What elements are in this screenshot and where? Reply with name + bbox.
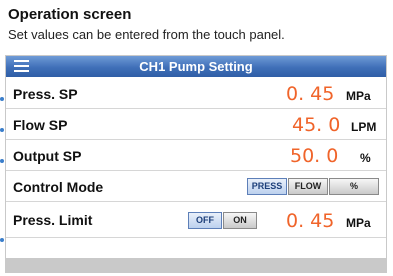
control-mode-label: Control Mode <box>13 179 104 195</box>
press-sp-value[interactable]: 0. 45 <box>286 83 334 105</box>
output-sp-value[interactable]: 50. 0 <box>290 145 338 167</box>
press-limit-label: Press. Limit <box>13 212 93 228</box>
row-marker-bullet <box>0 238 4 242</box>
flow-sp-label: Flow SP <box>13 117 68 133</box>
mode-press-button[interactable]: PRESS <box>247 178 287 195</box>
row-output-sp: Output SP 50. 0 % <box>6 140 386 171</box>
screen-header: CH1 Pump Setting <box>6 56 386 77</box>
touch-panel-screen: CH1 Pump Setting Press. SP 0. 45 MPa Flo… <box>5 55 387 273</box>
caption-title: Operation screen <box>8 6 132 23</box>
flow-sp-value[interactable]: 45. 0 <box>292 114 340 136</box>
caption-subtitle: Set values can be entered from the touch… <box>8 27 285 42</box>
bottom-status-bar <box>6 258 386 272</box>
mode-flow-button[interactable]: FLOW <box>288 178 328 195</box>
row-press-limit: Press. Limit OFF ON 0. 45 MPa <box>6 202 386 238</box>
output-sp-unit: % <box>360 151 371 165</box>
mode-percent-button[interactable]: % <box>329 178 379 195</box>
row-marker-bullet <box>0 159 4 163</box>
limit-on-button[interactable]: ON <box>223 212 257 229</box>
output-sp-label: Output SP <box>13 148 82 164</box>
press-limit-unit: MPa <box>346 216 371 230</box>
row-marker-bullet <box>0 128 4 132</box>
limit-off-button[interactable]: OFF <box>188 212 222 229</box>
screen-title: CH1 Pump Setting <box>139 59 253 74</box>
press-limit-value[interactable]: 0. 45 <box>286 210 334 232</box>
row-marker-bullet <box>0 97 4 101</box>
row-flow-sp: Flow SP 45. 0 LPM <box>6 109 386 140</box>
press-sp-unit: MPa <box>346 89 371 103</box>
flow-sp-unit: LPM <box>351 120 377 134</box>
press-sp-label: Press. SP <box>13 86 78 102</box>
row-control-mode: Control Mode PRESS FLOW % <box>6 171 386 202</box>
row-press-sp: Press. SP 0. 45 MPa <box>6 78 386 109</box>
